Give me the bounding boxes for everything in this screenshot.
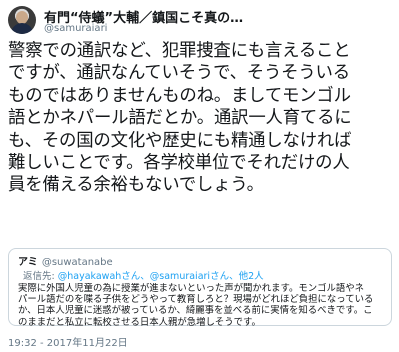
tweet-text-line: 員を備える余裕もないでしょう。 bbox=[8, 175, 264, 196]
quoted-text-line: 実際に外国人児童の為に授業が進まないといった声が聞かれます。モンゴル語やネ bbox=[18, 283, 364, 294]
avatar-body bbox=[11, 23, 33, 34]
tweet-header: 有門“侍蟻”大輔／鎮国こそ真の… @samuraiari bbox=[8, 6, 391, 36]
quoted-text-line: か、日本人児童に迷惑が被っているか、綺麗事を並べる前に実情を知るべきです。こ bbox=[18, 305, 373, 317]
quoted-text: 実際に外国人児童の為に授業が進まないといった声が聞かれます。モンゴル語やネ パー… bbox=[18, 283, 386, 328]
avatar[interactable] bbox=[8, 6, 36, 34]
quoted-text-line: パール語だのを喋る子供をどうやって教育しろと？現場がどれほど負担になっている bbox=[18, 294, 374, 306]
reply-to-label: 返信先: bbox=[23, 271, 55, 282]
tweet-timestamp[interactable]: 19:32 - 2017年11月22日 bbox=[8, 334, 128, 349]
quoted-author-handle: @suwatanabe bbox=[41, 257, 113, 268]
tweet-text-line: も、その国の文化や歴史にも精通しなければ bbox=[8, 130, 352, 151]
tweet-text-line: ものではありませんものね。ましてモンゴル bbox=[8, 85, 351, 106]
tweet-text-line: ですが、通訳なんていそうで、そうそういる bbox=[8, 63, 350, 84]
quoted-author[interactable]: アミ @suwatanabe bbox=[18, 253, 113, 268]
author-handle[interactable]: @samuraiari bbox=[44, 23, 107, 34]
tweet-text-line: 難しいことです。各学校単位でそれだけの人 bbox=[8, 153, 350, 174]
quoted-author-name: アミ bbox=[18, 257, 38, 268]
tweet-text: 警察での通訳など、犯罪捜査にも言えること ですが、通訳なんていそうで、そうそうい… bbox=[8, 40, 394, 197]
quoted-text-line: のままだと私立に転校させる日本人親が急増しそうです。 bbox=[18, 316, 261, 328]
reply-to-handles[interactable]: @hayakawahさん、@samuraiariさん、他2人 bbox=[58, 271, 264, 282]
tweet-text-line: 語とかネパール語だとか。通訳一人育てるに bbox=[8, 108, 352, 129]
tweet-text-line: 警察での通訳など、犯罪捜査にも言えること bbox=[8, 41, 351, 61]
reply-to: 返信先: @hayakawahさん、@samuraiariさん、他2人 bbox=[23, 268, 264, 282]
quoted-tweet[interactable]: アミ @suwatanabe 返信先: @hayakawahさん、@samurai… bbox=[8, 248, 392, 328]
